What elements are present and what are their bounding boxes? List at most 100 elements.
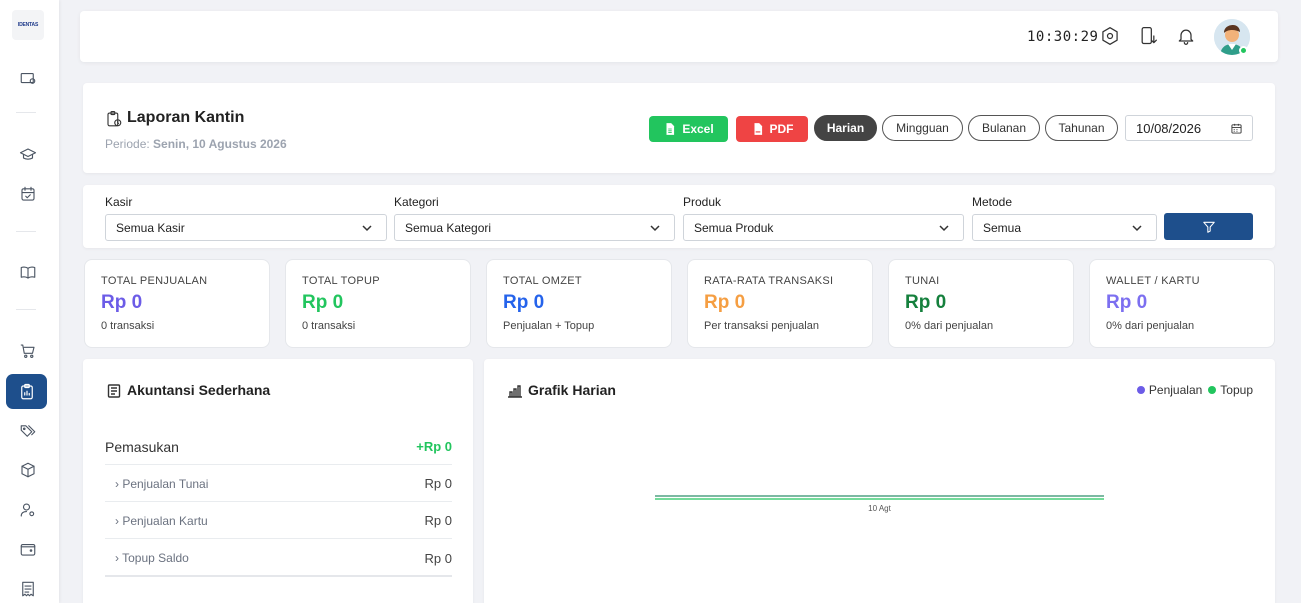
logo-text: IDENTAS <box>17 22 39 28</box>
sidebar-user-settings-icon[interactable] <box>14 496 42 524</box>
sidebar-cart-icon[interactable] <box>14 337 42 365</box>
report-header-card: Laporan Kantin Periode: Senin, 10 Agustu… <box>83 83 1275 173</box>
sidebar-divider <box>16 309 36 310</box>
calendar-icon[interactable] <box>1231 123 1242 134</box>
export-pdf-button[interactable]: PDF <box>736 116 808 142</box>
produk-value: Semua Produk <box>694 220 774 235</box>
stat-sub: 0 transaksi <box>302 320 356 332</box>
bell-icon[interactable] <box>1176 26 1196 46</box>
chart-card: Grafik Harian Penjualan Topup 10 Agt <box>484 359 1275 603</box>
stat-label: TOTAL OMZET <box>503 275 582 287</box>
periode-label: Periode: <box>105 137 150 151</box>
accounting-card: Akuntansi Sederhana Pemasukan +Rp 0 › Pe… <box>83 359 473 603</box>
pemasukan-value: +Rp 0 <box>416 439 452 454</box>
kasir-value: Semua Kasir <box>116 220 185 235</box>
periode-value: Senin, 10 Agustus 2026 <box>153 137 287 151</box>
stat-label: TUNAI <box>905 275 940 287</box>
kasir-select[interactable]: Semua Kasir <box>105 214 387 241</box>
sidebar-dashboard-icon[interactable] <box>14 64 42 92</box>
stat-value: Rp 0 <box>905 292 947 313</box>
pemasukan-label: Pemasukan <box>105 438 179 455</box>
accounting-row: › Penjualan Tunai Rp 0 <box>105 466 452 502</box>
kategori-label: Kategori <box>394 195 439 209</box>
stat-card-tunai: TUNAI Rp 0 0% dari penjualan <box>888 259 1074 348</box>
sidebar-divider <box>16 112 36 113</box>
sidebar-graduation-cap-icon[interactable] <box>14 141 42 169</box>
accounting-row-value: Rp 0 <box>424 550 452 566</box>
stat-label: WALLET / KARTU <box>1106 275 1200 287</box>
sidebar-wallet-icon[interactable] <box>14 535 42 563</box>
sidebar-tags-icon[interactable] <box>14 417 42 445</box>
produk-label: Produk <box>683 195 722 209</box>
chevron-down-icon <box>650 225 660 232</box>
export-excel-button[interactable]: Excel <box>649 116 728 142</box>
stat-value: Rp 0 <box>302 292 344 313</box>
accounting-row-label: › Penjualan Kartu <box>115 513 208 528</box>
sidebar-divider <box>16 231 36 232</box>
stat-card-total-penjualan: TOTAL PENJUALAN Rp 0 0 transaksi <box>84 259 270 348</box>
excel-label: Excel <box>682 122 714 136</box>
stat-sub: Per transaksi penjualan <box>704 320 819 332</box>
stat-card-total-omzet: TOTAL OMZET Rp 0 Penjualan + Topup <box>486 259 672 348</box>
metode-value: Semua <box>983 220 1022 235</box>
stat-value: Rp 0 <box>503 292 545 313</box>
stat-value: Rp 0 <box>101 292 143 313</box>
metode-select[interactable]: Semua <box>972 214 1157 241</box>
stat-label: TOTAL TOPUP <box>302 275 380 287</box>
produk-select[interactable]: Semua Produk <box>683 214 964 241</box>
sidebar: IDENTAS <box>0 0 59 603</box>
kasir-label: Kasir <box>105 195 133 209</box>
periode-text: Periode: Senin, 10 Agustus 2026 <box>105 137 287 151</box>
accounting-title: Akuntansi Sederhana <box>127 382 271 398</box>
pdf-file-icon <box>754 123 762 135</box>
online-status-dot <box>1239 46 1248 55</box>
metode-label: Metode <box>972 195 1013 209</box>
stat-value: Rp 0 <box>704 292 746 313</box>
kategori-select[interactable]: Semua Kategori <box>394 214 675 241</box>
chevron-down-icon <box>1132 225 1142 232</box>
stat-card-wallet-kartu: WALLET / KARTU Rp 0 0% dari penjualan <box>1089 259 1275 348</box>
x-tick-label: 10 Agt <box>868 504 891 513</box>
settings-hexagon-icon[interactable] <box>1100 26 1120 46</box>
clipboard-report-icon <box>105 110 123 128</box>
accounting-row-value: Rp 0 <box>424 513 452 528</box>
tab-bulanan[interactable]: Bulanan <box>968 115 1040 141</box>
sidebar-report-icon[interactable] <box>6 374 47 409</box>
app-logo[interactable]: IDENTAS <box>12 10 44 40</box>
pemasukan-row: Pemasukan +Rp 0 <box>105 429 452 465</box>
sidebar-calendar-check-icon[interactable] <box>14 180 42 208</box>
accounting-row-label: › Penjualan Tunai <box>115 476 209 491</box>
stat-card-rata-rata-transaksi: RATA-RATA TRANSAKSI Rp 0 Per transaksi p… <box>687 259 873 348</box>
sidebar-book-icon[interactable] <box>14 258 42 286</box>
stat-sub: 0 transaksi <box>101 320 155 332</box>
filter-icon <box>1202 221 1215 233</box>
chevron-down-icon <box>362 225 372 232</box>
chevron-down-icon <box>939 225 949 232</box>
clock: 10:30:29 <box>1027 29 1099 45</box>
accounting-row-label: › Topup Saldo <box>115 551 189 565</box>
top-bar: 10:30:29 <box>80 11 1278 62</box>
stat-label: TOTAL PENJUALAN <box>101 275 208 287</box>
mobile-download-icon[interactable] <box>1138 26 1158 46</box>
sidebar-box-icon[interactable] <box>14 456 42 484</box>
stat-sub: 0% dari penjualan <box>905 320 994 332</box>
tab-harian[interactable]: Harian <box>814 115 877 141</box>
accounting-row-value: Rp 0 <box>424 476 452 491</box>
accounting-row: › Penjualan Kartu Rp 0 <box>105 503 452 539</box>
pdf-label: PDF <box>769 122 794 136</box>
tab-mingguan[interactable]: Mingguan <box>882 115 963 141</box>
kategori-value: Semua Kategori <box>405 220 492 235</box>
stat-card-total-topup: TOTAL TOPUP Rp 0 0 transaksi <box>285 259 471 348</box>
sidebar-receipt-icon[interactable] <box>14 575 42 603</box>
daily-chart: 10 Agt <box>655 495 1104 513</box>
tab-tahunan[interactable]: Tahunan <box>1045 115 1118 141</box>
accounting-row: › Topup Saldo Rp 0 <box>105 541 452 577</box>
excel-file-icon <box>666 123 675 135</box>
date-input[interactable]: 10/08/2026 <box>1125 115 1253 141</box>
stat-sub: 0% dari penjualan <box>1106 320 1195 332</box>
filter-card: Kasir Semua Kasir Kategori Semua Kategor… <box>83 185 1275 248</box>
date-value: 10/08/2026 <box>1136 120 1202 136</box>
stat-sub: Penjualan + Topup <box>503 320 595 332</box>
apply-filter-button[interactable] <box>1164 213 1253 240</box>
stat-label: RATA-RATA TRANSAKSI <box>704 275 834 287</box>
